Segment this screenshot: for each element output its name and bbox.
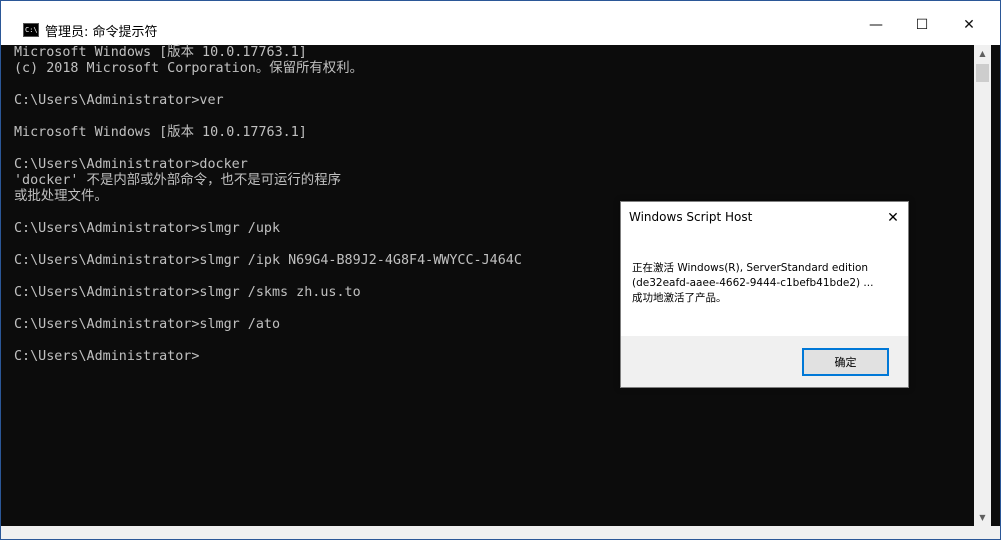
window-title: 管理员: 命令提示符 bbox=[45, 25, 158, 40]
title-bar[interactable]: C:\ 管理员: 命令提示符 — ☐ ✕ bbox=[1, 1, 1000, 45]
dialog-message-line: (de32eafd-aaee-4662-9444-c1befb41bde2) .… bbox=[632, 277, 874, 289]
ok-button[interactable]: 确定 bbox=[802, 348, 889, 376]
scroll-down-icon[interactable]: ▼ bbox=[974, 509, 991, 526]
dialog-title: Windows Script Host bbox=[629, 210, 753, 224]
scrollbar-thumb[interactable] bbox=[976, 64, 989, 82]
console-line: 'docker' 不是内部或外部命令，也不是可运行的程序 bbox=[14, 173, 341, 188]
dialog-message-line: 正在激活 Windows(R), ServerStandard edition bbox=[632, 262, 869, 274]
close-button[interactable]: ✕ bbox=[946, 7, 992, 43]
console-line: C:\Users\Administrator>docker bbox=[14, 157, 248, 172]
dialog-message: 正在激活 Windows(R), ServerStandard edition (… bbox=[632, 261, 902, 306]
scroll-up-icon[interactable]: ▲ bbox=[974, 45, 991, 62]
console-line: Microsoft Windows [版本 10.0.17763.1] bbox=[14, 125, 307, 140]
dialog-message-line: 成功地激活了产品。 bbox=[632, 292, 727, 304]
dialog-close-icon[interactable]: ✕ bbox=[883, 208, 903, 228]
maximize-button[interactable]: ☐ bbox=[899, 7, 945, 43]
cmd-app-icon: C:\ bbox=[23, 23, 39, 37]
console-line: (c) 2018 Microsoft Corporation。保留所有权利。 bbox=[14, 61, 363, 76]
vertical-scrollbar[interactable]: ▲ ▼ bbox=[974, 45, 991, 526]
console-line: Microsoft Windows [版本 10.0.17763.1] bbox=[14, 45, 307, 60]
minimize-button[interactable]: — bbox=[853, 7, 899, 43]
window-bottom-border bbox=[1, 526, 1000, 539]
console-line: C:\Users\Administrator>ver bbox=[14, 93, 224, 108]
dialog-footer: 确定 bbox=[621, 336, 908, 387]
script-host-dialog: Windows Script Host ✕ 正在激活 Windows(R), S… bbox=[620, 201, 909, 388]
